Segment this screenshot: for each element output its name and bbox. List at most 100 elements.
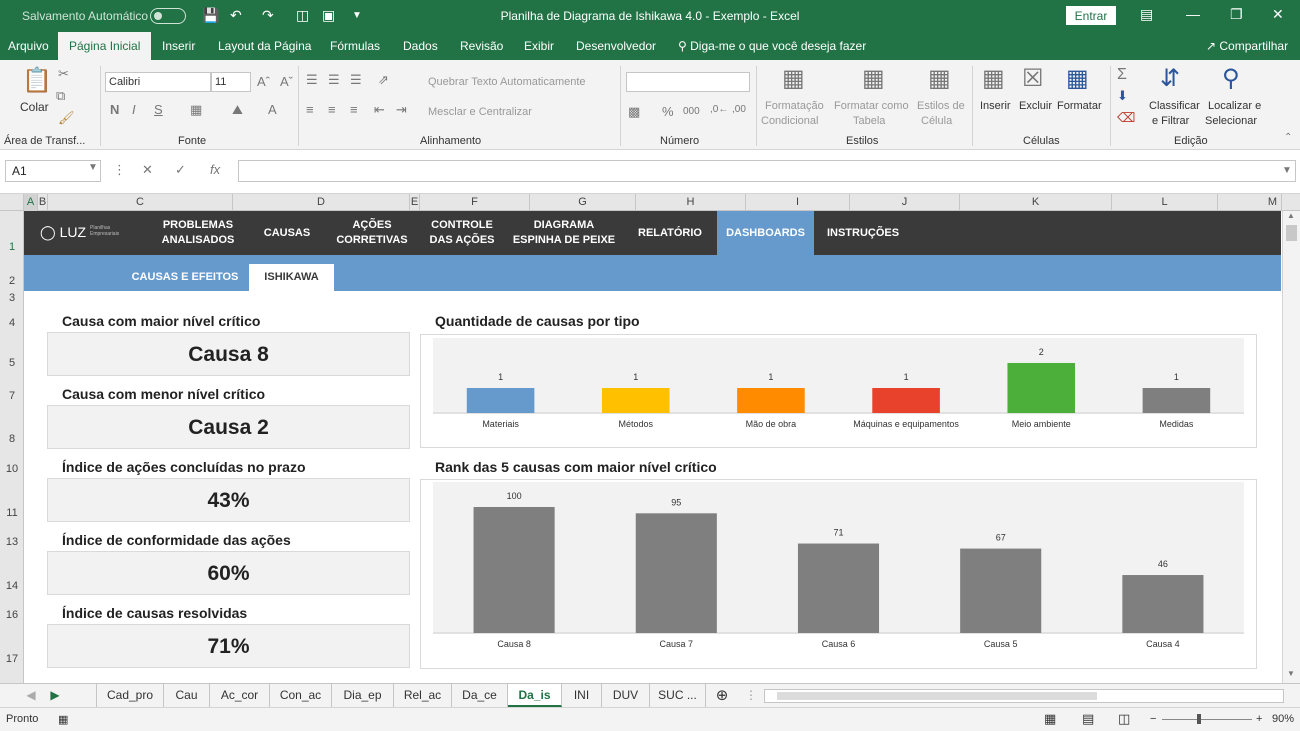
format-as-table-label-1[interactable]: Formatar como xyxy=(834,100,909,112)
zoom-out-icon[interactable]: − xyxy=(1150,713,1156,725)
sheet-tab[interactable]: Con_ac xyxy=(270,684,332,707)
sheet-tab[interactable]: Da_ce xyxy=(452,684,508,707)
insert-cells-label[interactable]: Inserir xyxy=(980,100,1011,112)
ribbon-display-icon[interactable]: ▤ xyxy=(1140,6,1153,23)
comma-style-icon[interactable]: 000 xyxy=(683,106,700,117)
cell-styles-icon[interactable]: ▦ xyxy=(928,64,951,93)
underline-icon[interactable]: S xyxy=(154,102,163,117)
column-header[interactable]: A xyxy=(24,194,38,211)
conditional-formatting-label-1[interactable]: Formatação xyxy=(765,100,824,112)
column-header[interactable]: I xyxy=(746,194,850,211)
page-break-view-icon[interactable]: ◫ xyxy=(1118,711,1130,727)
find-select-label-2[interactable]: Selecionar xyxy=(1205,115,1257,127)
tab-arquivo[interactable]: Arquivo xyxy=(8,32,49,60)
paste-icon[interactable]: 📋 xyxy=(22,66,52,95)
column-header[interactable]: L xyxy=(1112,194,1218,211)
minimize-icon[interactable]: — xyxy=(1186,6,1200,22)
align-middle-icon[interactable]: ☰ xyxy=(328,72,340,88)
sheet-tab[interactable]: DUV xyxy=(602,684,650,707)
cell-styles-label-2[interactable]: Célula xyxy=(921,115,952,127)
redo-icon[interactable]: ↷ xyxy=(262,7,274,24)
decrease-decimal-icon[interactable]: ,00 xyxy=(732,104,746,115)
nav-relatorio[interactable]: RELATÓRIO xyxy=(626,211,714,255)
row-header[interactable]: 16 xyxy=(0,609,24,621)
currency-icon[interactable]: ▩ xyxy=(628,104,640,120)
customize-toolbar-icon[interactable]: ▼ xyxy=(352,10,362,21)
normal-view-icon[interactable]: ▦ xyxy=(1044,711,1056,727)
clear-icon[interactable]: ⌫ xyxy=(1117,110,1135,126)
italic-icon[interactable]: I xyxy=(132,102,136,117)
add-sheet-icon[interactable]: ⊕ xyxy=(710,684,734,707)
row-header[interactable]: 8 xyxy=(0,433,24,445)
nav-acoes[interactable]: AÇÕES CORRETIVAS xyxy=(328,211,416,255)
row-header[interactable]: 11 xyxy=(0,507,24,519)
zoom-slider-track[interactable] xyxy=(1162,719,1252,720)
nav-instrucoes[interactable]: INSTRUÇÕES xyxy=(820,211,906,255)
formula-input[interactable] xyxy=(238,160,1296,182)
tab-pagina-inicial[interactable]: Página Inicial xyxy=(58,32,152,60)
row-header[interactable]: 5 xyxy=(0,357,24,369)
sheet-tab[interactable]: Ac_cor xyxy=(210,684,270,707)
vertical-scroll-thumb[interactable] xyxy=(1286,225,1297,241)
align-right-icon[interactable]: ≡ xyxy=(350,102,358,117)
horizontal-scrollbar[interactable] xyxy=(764,689,1284,703)
column-header[interactable]: F xyxy=(420,194,530,211)
conditional-formatting-icon[interactable]: ▦ xyxy=(782,64,805,93)
column-header[interactable]: B xyxy=(38,194,48,211)
vertical-scrollbar[interactable]: ▲ ▼ xyxy=(1282,211,1300,683)
align-bottom-icon[interactable]: ☰ xyxy=(350,72,362,88)
column-header[interactable]: J xyxy=(850,194,960,211)
tell-me-search[interactable]: ⚲ Diga-me o que você deseja fazer xyxy=(678,32,866,60)
collapse-ribbon-icon[interactable]: ⌃ xyxy=(1284,132,1292,143)
format-cells-label[interactable]: Formatar xyxy=(1057,100,1102,112)
tab-inserir[interactable]: Inserir xyxy=(162,32,195,60)
row-header[interactable]: 2 xyxy=(0,275,24,287)
subtab-causas-efeitos[interactable]: CAUSAS E EFEITOS xyxy=(128,264,242,291)
camera-icon[interactable]: ▣ xyxy=(322,7,335,24)
sheet-tab[interactable]: SUC ... xyxy=(650,684,706,707)
increase-indent-icon[interactable]: ⇥ xyxy=(396,102,407,118)
conditional-formatting-label-2[interactable]: Condicional xyxy=(761,115,818,127)
select-all-corner[interactable] xyxy=(0,194,24,211)
delete-cells-label[interactable]: Excluir xyxy=(1019,100,1052,112)
increase-decimal-icon[interactable]: ,0← xyxy=(710,104,728,115)
page-layout-view-icon[interactable]: ▤ xyxy=(1082,711,1094,727)
merge-center-button[interactable]: Mesclar e Centralizar xyxy=(428,106,532,118)
scroll-down-icon[interactable]: ▼ xyxy=(1287,669,1295,678)
next-sheet-icon[interactable]: ▶ xyxy=(44,684,66,707)
macro-record-icon[interactable]: ▦ xyxy=(58,713,68,726)
align-top-icon[interactable]: ☰ xyxy=(306,72,318,88)
orientation-icon[interactable]: ⇗ xyxy=(378,72,389,88)
row-header[interactable]: 13 xyxy=(0,536,24,548)
align-center-icon[interactable]: ≡ xyxy=(328,102,336,117)
copy-icon[interactable]: ⧉ xyxy=(56,88,65,104)
expand-formula-bar-icon[interactable]: ▼ xyxy=(1282,165,1292,176)
undo-icon[interactable]: ↶ xyxy=(230,7,242,24)
subtab-ishikawa[interactable]: ISHIKAWA xyxy=(249,264,334,291)
row-header[interactable]: 17 xyxy=(0,653,24,665)
row-header[interactable]: 4 xyxy=(0,317,24,329)
cell-styles-label-1[interactable]: Estilos de xyxy=(917,100,965,112)
nav-diagrama[interactable]: DIAGRAMA ESPINHA DE PEIXE xyxy=(508,211,620,255)
find-select-label-1[interactable]: Localizar e xyxy=(1208,100,1261,112)
zoom-slider-thumb[interactable] xyxy=(1197,714,1201,724)
print-preview-icon[interactable]: ◫ xyxy=(296,7,309,24)
find-select-icon[interactable]: ⚲ xyxy=(1222,64,1240,93)
format-painter-icon[interactable]: 🖌 xyxy=(58,110,75,126)
close-icon[interactable]: ✕ xyxy=(1272,6,1284,23)
column-header[interactable]: G xyxy=(530,194,636,211)
horizontal-scroll-thumb[interactable] xyxy=(777,692,1097,700)
column-header[interactable]: M xyxy=(1218,194,1282,211)
format-as-table-label-2[interactable]: Tabela xyxy=(853,115,885,127)
cancel-icon[interactable]: ✕ xyxy=(142,162,153,178)
enter-icon[interactable]: ✓ xyxy=(175,162,186,178)
zoom-in-icon[interactable]: + xyxy=(1256,713,1262,725)
row-header[interactable]: 10 xyxy=(0,463,24,475)
sheet-tab-active[interactable]: Da_is xyxy=(508,684,562,707)
borders-icon[interactable]: ▦ xyxy=(190,102,202,118)
decrease-indent-icon[interactable]: ⇤ xyxy=(374,102,385,118)
tab-exibir[interactable]: Exibir xyxy=(524,32,554,60)
zoom-level[interactable]: 90% xyxy=(1272,713,1294,725)
share-button[interactable]: ↗ Compartilhar xyxy=(1206,32,1288,60)
save-icon[interactable]: 💾 xyxy=(202,7,219,24)
